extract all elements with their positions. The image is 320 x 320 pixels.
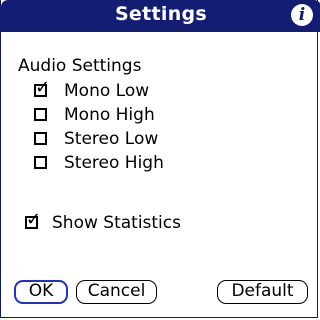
option-label: Mono High <box>64 105 155 125</box>
option-label: Mono Low <box>64 81 150 101</box>
checkbox-show-statistics[interactable]: ✓ <box>25 209 41 230</box>
checkbox-mono-high[interactable] <box>34 108 47 121</box>
audio-settings-label: Audio Settings <box>18 56 142 76</box>
default-button[interactable]: Default <box>217 280 308 304</box>
dialog-title: Settings <box>114 3 208 25</box>
checkbox-stereo-low[interactable] <box>34 132 47 145</box>
cancel-button[interactable]: Cancel <box>76 280 157 304</box>
option-label: Show Statistics <box>52 213 181 233</box>
title-bar: Settings i <box>1 0 320 32</box>
checkmark-icon: ✓ <box>35 77 51 98</box>
info-icon[interactable]: i <box>291 4 313 26</box>
checkbox-mono-low[interactable]: ✓ <box>34 77 50 98</box>
checkbox-stereo-high[interactable] <box>34 156 47 169</box>
settings-dialog: Settings i Audio Settings ✓ Mono Low Mon… <box>0 0 320 318</box>
checkmark-icon: ✓ <box>26 209 42 230</box>
option-label: Stereo Low <box>64 129 159 149</box>
option-label: Stereo High <box>64 153 164 173</box>
ok-button[interactable]: OK <box>14 280 68 304</box>
